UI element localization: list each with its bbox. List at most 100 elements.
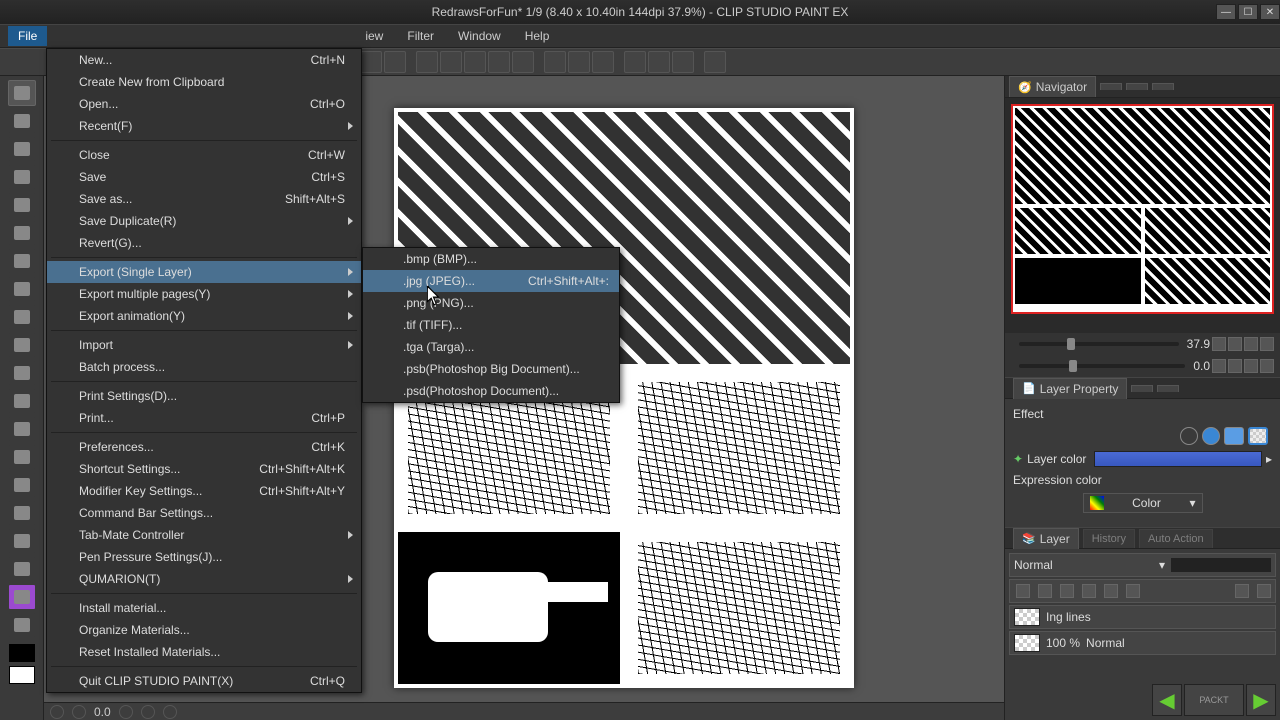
timeline-stop[interactable] (141, 705, 155, 719)
lasso-tool[interactable] (8, 192, 36, 218)
menu-filter[interactable]: Filter (397, 26, 444, 46)
file-menu-item[interactable]: CloseCtrl+W (47, 144, 361, 166)
tb-display[interactable] (704, 51, 726, 73)
figure-tool[interactable] (8, 528, 36, 554)
file-menu-item[interactable]: Preferences...Ctrl+K (47, 436, 361, 458)
tb-persp[interactable] (568, 51, 590, 73)
timeline-play[interactable] (119, 705, 133, 719)
correct-tool[interactable] (8, 612, 36, 638)
tb-transform[interactable] (464, 51, 486, 73)
layer-color-more[interactable]: ▸ (1266, 452, 1272, 466)
menu-window[interactable]: Window (448, 26, 511, 46)
fill-tool[interactable] (8, 472, 36, 498)
effect-layercolor-icon[interactable] (1224, 427, 1244, 445)
tb-ruler[interactable] (512, 51, 534, 73)
file-menu-item[interactable]: Create New from Clipboard (47, 71, 361, 93)
deco-tool[interactable] (8, 388, 36, 414)
file-menu-item[interactable]: Save as...Shift+Alt+S (47, 188, 361, 210)
layer-property-tab[interactable]: 📄 Layer Property (1013, 378, 1127, 399)
brush-tool[interactable] (8, 332, 36, 358)
zoom-100[interactable] (1260, 337, 1274, 351)
magnify-tool[interactable] (8, 80, 36, 106)
file-menu-item[interactable]: Revert(G)... (47, 232, 361, 254)
tb-rot[interactable] (672, 51, 694, 73)
file-menu-item[interactable]: Batch process... (47, 356, 361, 378)
file-menu-item[interactable]: Print...Ctrl+P (47, 407, 361, 429)
nav-tab-4[interactable] (1152, 83, 1174, 90)
tb-grid[interactable] (544, 51, 566, 73)
pen-tool[interactable] (8, 276, 36, 302)
redo-button[interactable] (384, 51, 406, 73)
gradient-tool[interactable] (8, 500, 36, 526)
operation-tool[interactable] (8, 136, 36, 162)
layer-color-swatch[interactable] (1094, 451, 1262, 467)
pencil-tool[interactable] (8, 304, 36, 330)
lp-tab-3[interactable] (1157, 385, 1179, 392)
layer-tab[interactable]: 📚 Layer (1013, 528, 1079, 549)
file-menu-item[interactable]: Print Settings(D)... (47, 385, 361, 407)
rot-reset[interactable] (1244, 359, 1258, 373)
tb-snap[interactable] (488, 51, 510, 73)
export-menu-item[interactable]: .jpg (JPEG)...Ctrl+Shift+Alt+: (363, 270, 619, 292)
file-menu-item[interactable]: New...Ctrl+N (47, 49, 361, 71)
menu-file[interactable]: File (8, 26, 47, 46)
export-menu-item[interactable]: .psd(Photoshop Document)... (363, 380, 619, 402)
file-menu-item[interactable]: Export (Single Layer) (47, 261, 361, 283)
blend-tool[interactable] (8, 444, 36, 470)
file-menu-item[interactable]: Save Duplicate(R) (47, 210, 361, 232)
rot-cw[interactable] (1228, 359, 1242, 373)
expression-dropdown[interactable]: Color ▾ (1083, 493, 1203, 513)
file-menu-item[interactable]: Tab-Mate Controller (47, 524, 361, 546)
wand-tool[interactable] (8, 220, 36, 246)
rot-ccw[interactable] (1212, 359, 1226, 373)
navigator-panel[interactable] (1005, 98, 1280, 333)
layer-row-lines[interactable]: Ing lines (1009, 605, 1276, 629)
export-menu-item[interactable]: .psb(Photoshop Big Document)... (363, 358, 619, 380)
undo-button[interactable] (360, 51, 382, 73)
overlay-next[interactable]: ▶ (1246, 684, 1276, 716)
file-menu-item[interactable]: Command Bar Settings... (47, 502, 361, 524)
overlay-prev[interactable]: ◀ (1152, 684, 1182, 716)
layer-row-active[interactable]: 100 % Normal (1009, 631, 1276, 655)
zoom-fit[interactable] (1244, 337, 1258, 351)
zoom-out[interactable] (1212, 337, 1226, 351)
autoaction-tab[interactable]: Auto Action (1139, 529, 1213, 548)
navigator-tab[interactable]: 🧭 Navigator (1009, 76, 1096, 97)
tb-flip-v[interactable] (648, 51, 670, 73)
file-menu-item[interactable]: Pen Pressure Settings(J)... (47, 546, 361, 568)
file-menu-item[interactable]: Organize Materials... (47, 619, 361, 641)
file-menu-item[interactable]: Import (47, 334, 361, 356)
file-menu-item[interactable]: Quit CLIP STUDIO PAINT(X)Ctrl+Q (47, 670, 361, 692)
file-menu-item[interactable]: Export multiple pages(Y) (47, 283, 361, 305)
export-menu-item[interactable]: .png (PNG)... (363, 292, 619, 314)
file-menu-item[interactable]: Export animation(Y) (47, 305, 361, 327)
export-menu-item[interactable]: .tga (Targa)... (363, 336, 619, 358)
menu-help[interactable]: Help (515, 26, 560, 46)
rotate-slider[interactable] (1019, 364, 1185, 368)
menu-view[interactable]: iew (355, 26, 393, 46)
file-menu-dropdown[interactable]: New...Ctrl+NCreate New from ClipboardOpe… (46, 48, 362, 693)
zoom-in[interactable] (1228, 337, 1242, 351)
layer-move-tool[interactable] (8, 164, 36, 190)
eraser-tool[interactable] (8, 416, 36, 442)
move-tool[interactable] (8, 108, 36, 134)
history-tab[interactable]: History (1083, 529, 1135, 548)
file-menu-item[interactable]: Open...Ctrl+O (47, 93, 361, 115)
effect-tone-icon[interactable] (1202, 427, 1220, 445)
fg-color-swatch[interactable] (9, 644, 35, 662)
file-menu-item[interactable]: Shortcut Settings...Ctrl+Shift+Alt+K (47, 458, 361, 480)
zoom-slider[interactable] (1019, 342, 1179, 346)
file-menu-item[interactable]: SaveCtrl+S (47, 166, 361, 188)
timeline-btn-2[interactable] (72, 705, 86, 719)
blend-mode-row[interactable]: Normal▾ (1009, 553, 1276, 577)
eyedropper-tool[interactable] (8, 248, 36, 274)
file-menu-item[interactable]: Recent(F) (47, 115, 361, 137)
effect-mask-icon[interactable] (1248, 427, 1268, 445)
balloon-tool[interactable] (8, 584, 36, 610)
tb-guide[interactable] (592, 51, 614, 73)
export-submenu[interactable]: .bmp (BMP)....jpg (JPEG)...Ctrl+Shift+Al… (362, 247, 620, 403)
file-menu-item[interactable]: Install material... (47, 597, 361, 619)
airbrush-tool[interactable] (8, 360, 36, 386)
lp-tab-2[interactable] (1131, 385, 1153, 392)
export-menu-item[interactable]: .bmp (BMP)... (363, 248, 619, 270)
